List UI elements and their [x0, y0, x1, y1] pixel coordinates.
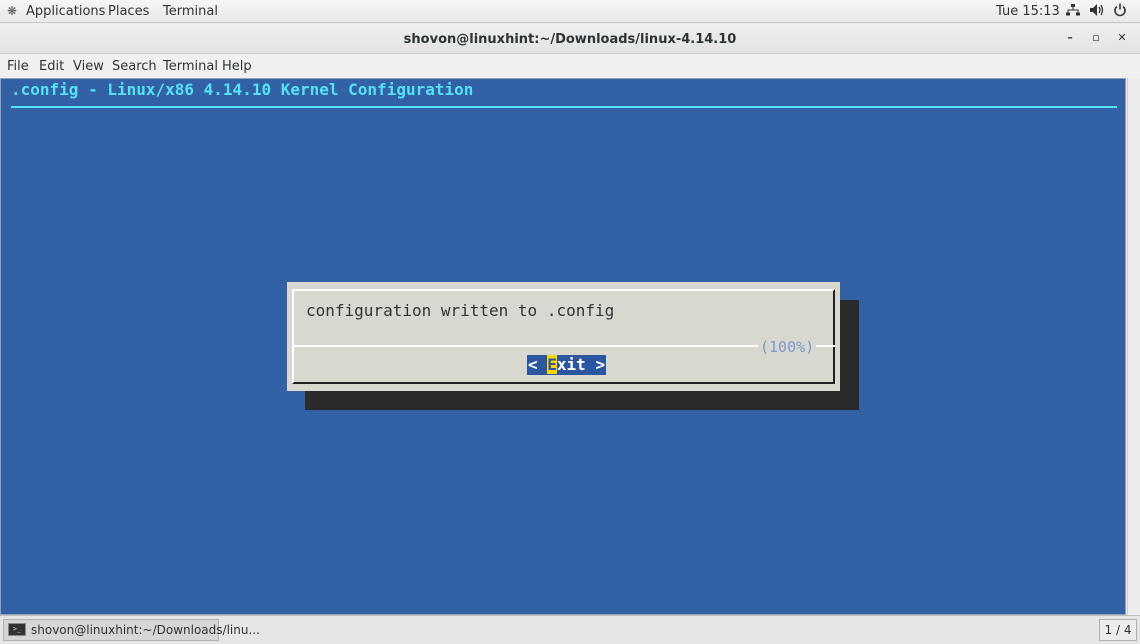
terminal-icon: >_: [8, 623, 26, 636]
taskbar: >_ shovon@linuxhint:~/Downloads/linu... …: [0, 615, 1140, 644]
minimize-button[interactable]: –: [1062, 30, 1078, 46]
menu-help[interactable]: Help: [222, 59, 252, 74]
dialog-divider: [292, 345, 835, 347]
top-bar: ❋ Applications Places Terminal Tue 15:13: [0, 0, 1140, 23]
menu-view[interactable]: View: [73, 59, 104, 74]
progress-percent: (100%): [758, 338, 817, 356]
maximize-button[interactable]: ▫: [1088, 30, 1104, 46]
task-label: shovon@linuxhint:~/Downloads/linu...: [31, 623, 260, 637]
clock[interactable]: Tue 15:13: [996, 4, 1060, 19]
terminal-scrollbar[interactable]: [1127, 78, 1140, 615]
menu-edit[interactable]: Edit: [39, 59, 64, 74]
heading-rule: [11, 106, 1117, 108]
terminal-app-menu[interactable]: Terminal: [163, 4, 218, 19]
dialog-message: configuration written to .config: [306, 301, 615, 320]
places-menu[interactable]: Places: [108, 4, 149, 19]
exit-button[interactable]: < Exit >: [527, 355, 607, 375]
workspace-indicator[interactable]: 1 / 4: [1099, 619, 1137, 641]
taskbar-terminal-window[interactable]: >_ shovon@linuxhint:~/Downloads/linu...: [3, 619, 260, 641]
applications-icon: ❋: [7, 4, 18, 18]
terminal-area[interactable]: .config - Linux/x86 4.14.10 Kernel Confi…: [0, 78, 1126, 615]
volume-icon[interactable]: [1089, 3, 1104, 21]
config-heading: .config - Linux/x86 4.14.10 Kernel Confi…: [11, 80, 474, 99]
menu-search[interactable]: Search: [112, 59, 157, 74]
config-dialog: configuration written to .config (100%) …: [287, 282, 840, 391]
menu-terminal[interactable]: Terminal: [163, 59, 218, 74]
exit-hotkey: E: [547, 355, 557, 374]
exit-label: xit >: [556, 355, 606, 374]
menu-file[interactable]: File: [7, 59, 29, 74]
close-button[interactable]: ✕: [1114, 30, 1130, 46]
applications-menu[interactable]: Applications: [26, 4, 105, 19]
window-title-bar[interactable]: shovon@linuxhint:~/Downloads/linux-4.14.…: [0, 24, 1140, 54]
network-icon[interactable]: [1066, 3, 1080, 21]
power-icon[interactable]: [1113, 3, 1127, 21]
window-title: shovon@linuxhint:~/Downloads/linux-4.14.…: [403, 32, 737, 47]
menu-bar: File Edit View Search Terminal Help: [0, 54, 1140, 78]
exit-prefix: <: [528, 355, 548, 374]
